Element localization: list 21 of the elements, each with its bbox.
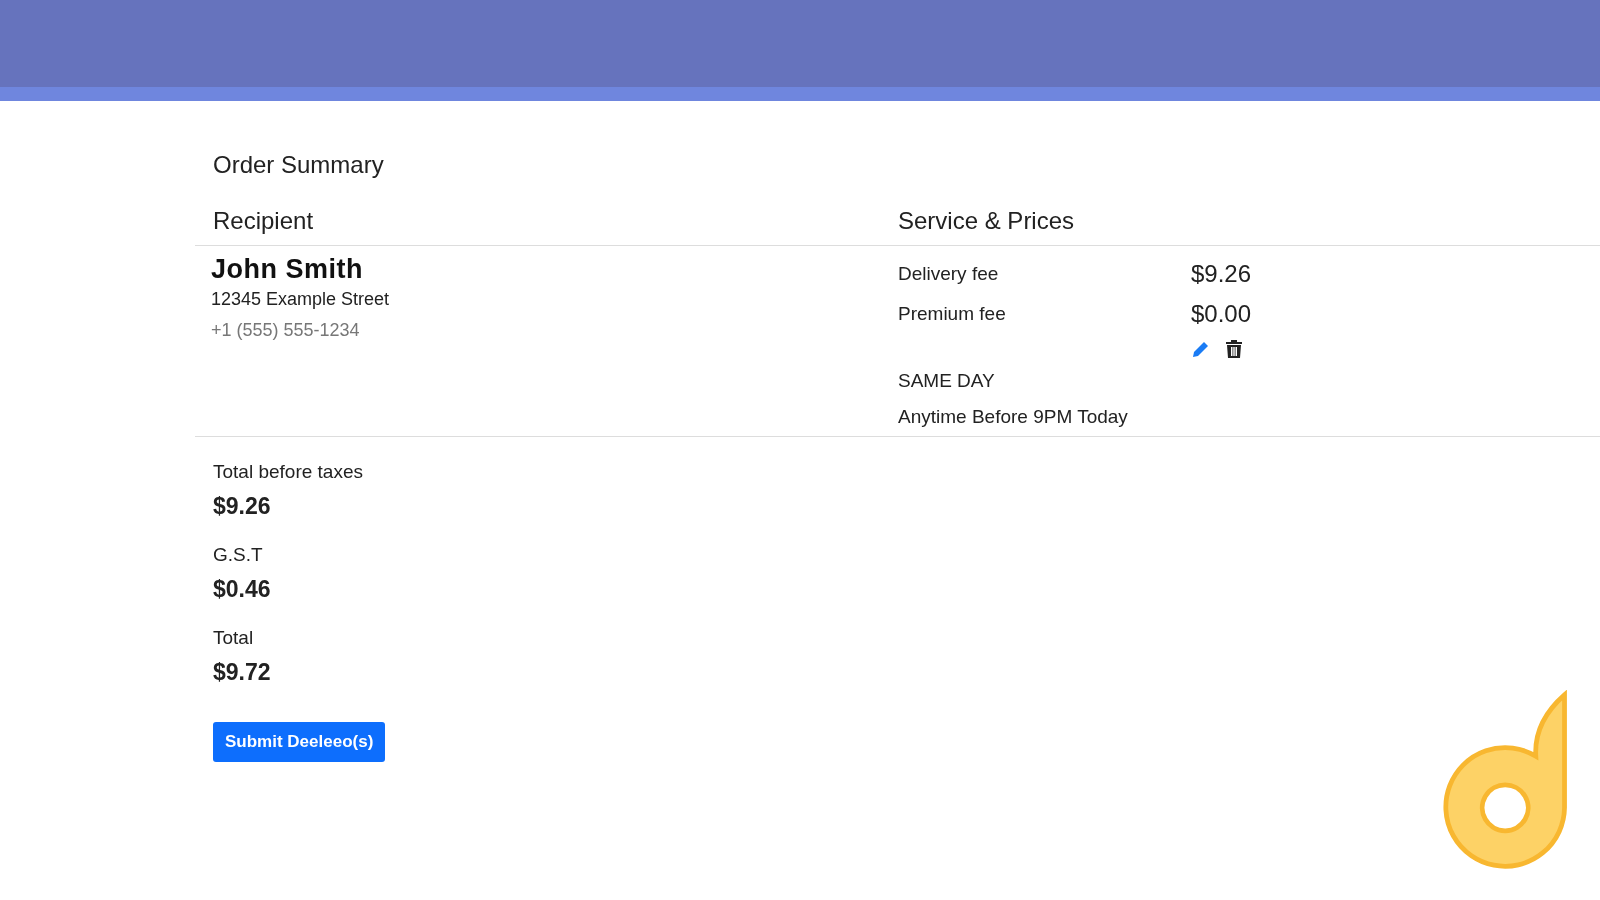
total-amount: $0.46 [213,576,272,603]
fee-label: Premium fee [898,303,1007,325]
recipient-phone: +1 (555) 555-1234 [211,320,361,341]
total-amount: $9.26 [213,493,272,520]
fee-amount: $9.26 [1191,260,1252,288]
recipient-address: 12345 Example Street [211,289,391,310]
total-label: Total [213,627,254,649]
delivery-window: Anytime Before 9PM Today [898,406,1600,428]
section-heading: Service & Prices [898,207,1075,234]
total-amount: $9.72 [213,659,272,686]
service-type: SAME DAY [898,370,996,392]
fee-label: Delivery fee [898,263,1000,285]
edit-icon[interactable] [1191,339,1211,359]
total-label: G.S.T [213,544,263,566]
section-heading: Recipient [213,207,314,234]
submit-button[interactable]: Submit Deeleeo(s) [213,722,386,762]
page-title: Order Summary [213,151,384,179]
trash-icon[interactable] [1225,339,1243,359]
fee-amount: $0.00 [1191,300,1252,328]
recipient-name: John Smith [211,254,363,285]
total-label: Total before taxes [213,461,363,483]
